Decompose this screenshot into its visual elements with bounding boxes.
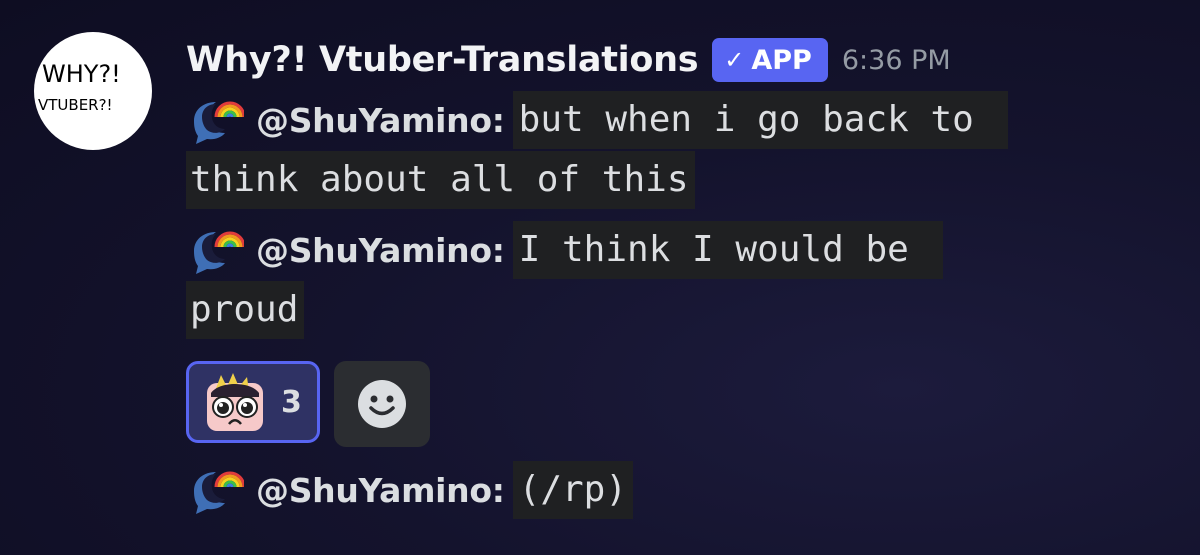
message-text: (/rp)	[512, 461, 634, 519]
message-header: Why?! Vtuber-Translations ✓ APP 6:36 PM	[186, 34, 951, 86]
avatar[interactable]: WHY?! VTUBER?!	[34, 32, 152, 150]
moon-rainbow-icon	[194, 101, 244, 144]
message-line-3: @ShuYamino: (/rp)	[186, 460, 1176, 520]
avatar-text-line1: WHY?!	[42, 60, 121, 88]
message-line-2: @ShuYamino: I think I would be proud	[186, 220, 1176, 340]
user-mention[interactable]: @ShuYamino:	[256, 231, 505, 270]
smiley-icon	[358, 380, 406, 428]
check-icon: ✓	[724, 46, 745, 74]
timestamp[interactable]: 6:36 PM	[842, 45, 951, 76]
user-mention[interactable]: @ShuYamino:	[256, 101, 505, 140]
moon-rainbow-icon	[194, 471, 244, 514]
reaction-pleading-face[interactable]: 3	[186, 361, 320, 443]
message-text-continued: proud	[186, 281, 305, 339]
add-reaction-button[interactable]	[334, 361, 430, 447]
app-badge: ✓ APP	[712, 38, 828, 82]
avatar-text-line2: VTUBER?!	[38, 96, 113, 114]
message-text-continued: think about all of this	[186, 151, 695, 209]
user-mention[interactable]: @ShuYamino:	[256, 471, 505, 510]
message-line-1: @ShuYamino: but when i go back to think …	[186, 90, 1176, 210]
message-text: I think I would be	[512, 221, 943, 279]
app-badge-label: APP	[751, 44, 812, 76]
message-text: but when i go back to	[512, 91, 1008, 149]
reactions-bar: 3	[186, 361, 430, 447]
username[interactable]: Why?! Vtuber-Translations	[186, 40, 699, 80]
moon-rainbow-icon	[194, 231, 244, 274]
reaction-count: 3	[281, 384, 302, 420]
pleading-face-emoji-icon	[207, 373, 263, 431]
